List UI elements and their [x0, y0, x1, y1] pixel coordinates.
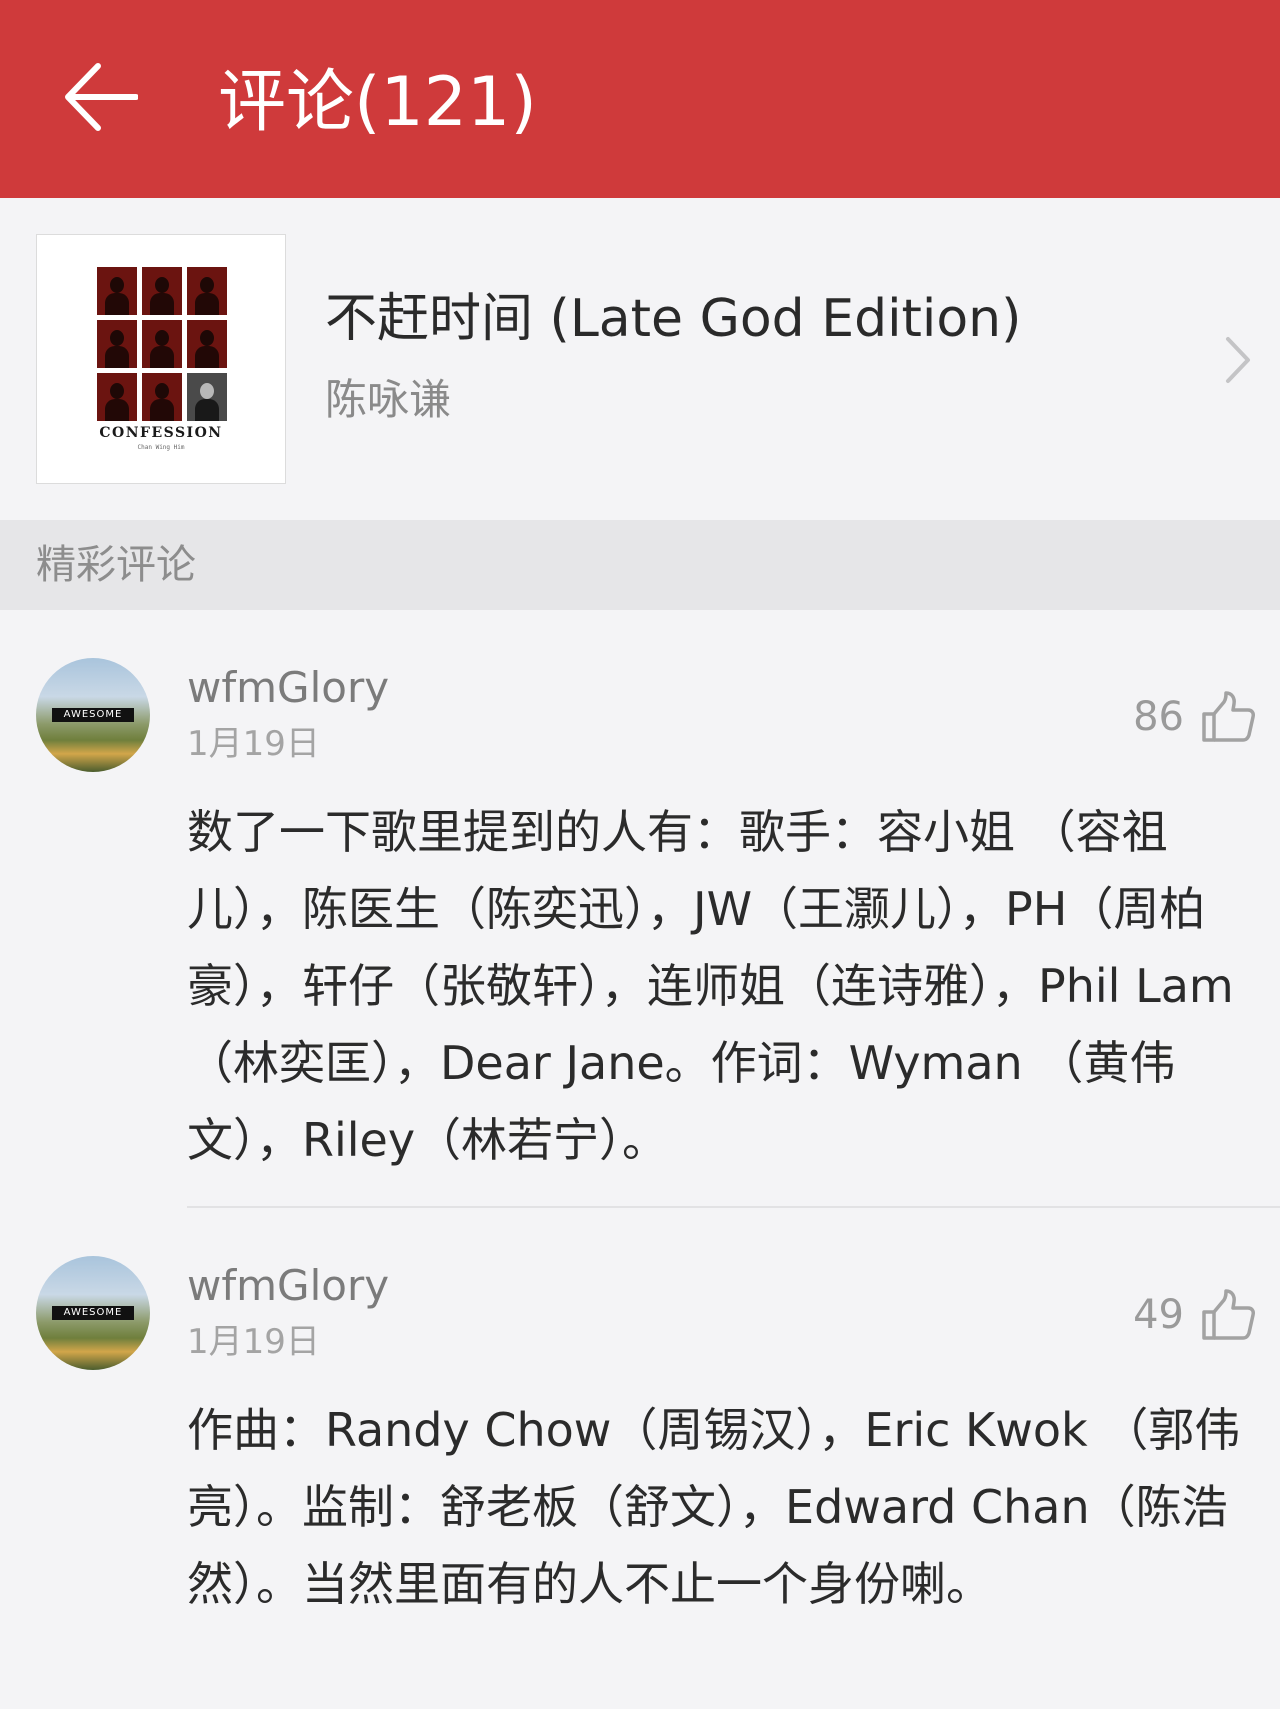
comment-username[interactable]: wfmGlory: [187, 662, 389, 714]
album-cover-title: CONFESSION: [99, 425, 223, 441]
like-count: 49: [1133, 1292, 1184, 1338]
song-artist: 陈咏谦: [325, 375, 452, 424]
thumbs-up-icon: [1202, 691, 1255, 742]
arrow-left-icon: [65, 63, 138, 131]
album-cover: CONFESSION Chan Wing Him: [36, 234, 286, 484]
album-cover-subtitle: Chan Wing Him: [137, 444, 185, 451]
like-button[interactable]: 86: [1133, 688, 1256, 746]
comment-text: 数了一下歌里提到的人有：歌手：容小姐 （容祖儿），陈医生（陈奕迅），JW（王灏儿…: [187, 805, 1234, 1167]
comment-date: 1月19日: [187, 1322, 320, 1362]
page-title: 评论(121): [218, 63, 537, 142]
back-button[interactable]: [62, 62, 138, 132]
comment-text: 作曲：Randy Chow（周锡汉），Eric Kwok （郭伟亮）。监制：舒老…: [187, 1403, 1241, 1611]
top-app-bar: 评论(121): [0, 0, 1280, 198]
avatar-label: AWESOME: [52, 708, 134, 722]
avatar[interactable]: AWESOME: [36, 658, 150, 772]
like-count: 86: [1133, 694, 1184, 740]
chevron-right-icon[interactable]: [1222, 335, 1254, 385]
comment-username[interactable]: wfmGlory: [187, 1260, 389, 1312]
like-button[interactable]: 49: [1133, 1286, 1256, 1344]
song-card[interactable]: CONFESSION Chan Wing Him 不赶时间 (Late God …: [0, 198, 1280, 520]
album-cover-art: [97, 267, 227, 421]
comment-item[interactable]: AWESOME wfmGlory 1月19日 86 数了一下歌里提到的人有：歌手…: [0, 610, 1280, 1208]
section-header: 精彩评论: [0, 520, 1280, 610]
comment-date: 1月19日: [187, 724, 320, 764]
section-title: 精彩评论: [36, 542, 196, 588]
avatar-label: AWESOME: [52, 1306, 134, 1320]
comment-item[interactable]: AWESOME wfmGlory 1月19日 49 作曲：Randy Chow（…: [0, 1208, 1280, 1709]
thumbs-up-icon: [1202, 1289, 1255, 1340]
song-title: 不赶时间 (Late God Edition): [325, 289, 1022, 349]
avatar[interactable]: AWESOME: [36, 1256, 150, 1370]
